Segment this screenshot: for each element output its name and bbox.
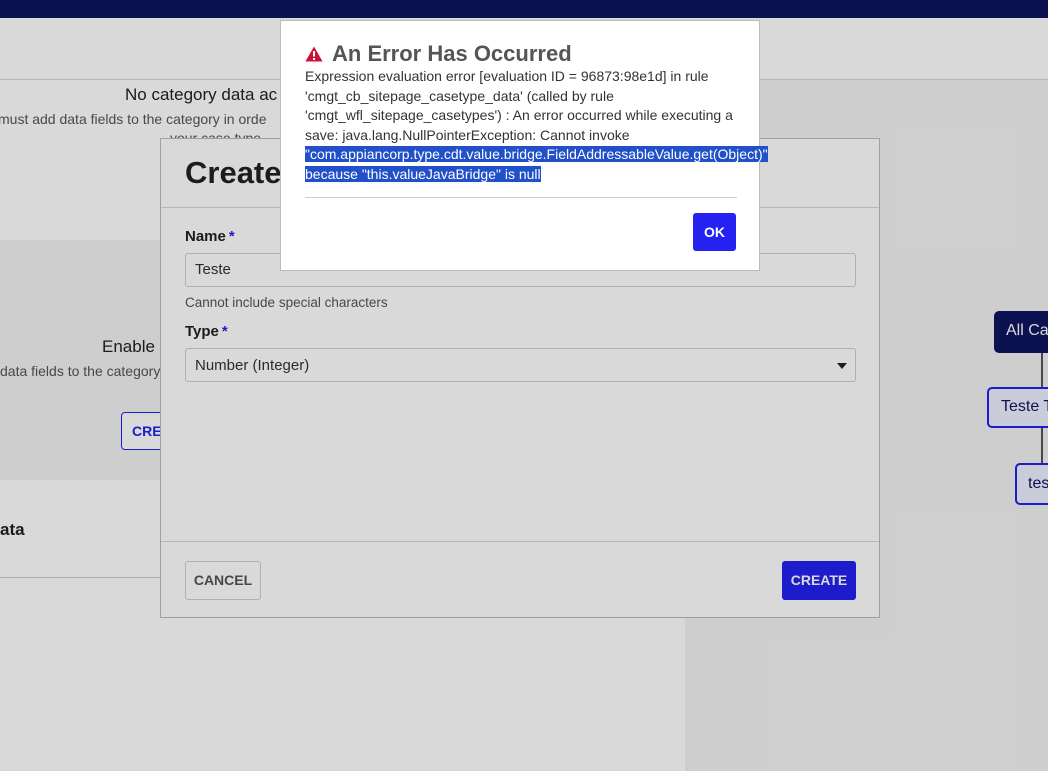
error-header: An Error Has Occurred: [305, 40, 572, 68]
ok-button[interactable]: OK: [693, 213, 736, 251]
warning-triangle-icon: [305, 46, 323, 62]
error-divider: [305, 197, 737, 198]
error-message-selected-text: "com.appiancorp.type.cdt.value.bridge.Fi…: [305, 146, 768, 182]
error-message: Expression evaluation error [evaluation …: [305, 67, 768, 184]
error-message-text: Expression evaluation error [evaluation …: [305, 68, 733, 143]
error-title: An Error Has Occurred: [332, 41, 572, 66]
error-dialog: An Error Has Occurred Expression evaluat…: [280, 20, 768, 271]
